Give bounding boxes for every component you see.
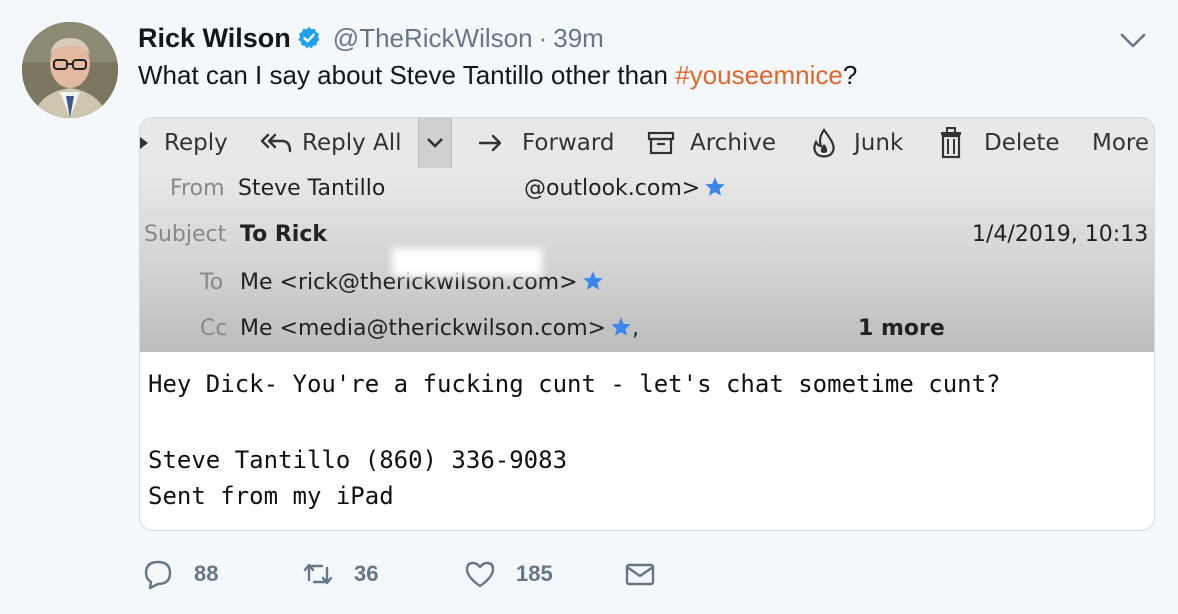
more-recipients: 1 more xyxy=(858,316,945,341)
tweet-text-suffix: ? xyxy=(842,60,858,90)
author-name[interactable]: Rick Wilson xyxy=(138,23,291,54)
heart-icon xyxy=(465,561,495,588)
verified-badge-icon xyxy=(298,27,320,49)
email-toolbar: Reply Reply All Forward Archive Junk Del… xyxy=(140,118,1154,168)
from-name: Steve Tantillo xyxy=(238,176,386,201)
junk-toolbar-item: Junk xyxy=(810,118,903,168)
avatar[interactable] xyxy=(22,22,118,118)
reply-arrow-icon xyxy=(140,137,148,149)
to-label: To xyxy=(200,270,224,295)
body-line: Hey Dick- You're a fucking cunt - let's … xyxy=(148,370,1001,398)
subject-label: Subject xyxy=(144,222,227,247)
like-count: 185 xyxy=(516,561,553,586)
body-line: Sent from my iPad xyxy=(148,482,394,510)
reply-all-icon xyxy=(260,133,292,153)
trash-can-icon xyxy=(941,127,961,159)
dot-separator: · xyxy=(538,22,548,53)
reply-count: 88 xyxy=(194,561,219,586)
retweet-action[interactable]: 36 xyxy=(302,554,378,594)
direct-message-action[interactable] xyxy=(624,554,656,594)
email-header-pane: From Steve Tantillo @outlook.com> Subjec… xyxy=(140,168,1154,352)
from-label: From xyxy=(170,176,225,201)
forward-label: Forward xyxy=(522,130,615,156)
tweet-text-prefix: What can I say about Steve Tantillo othe… xyxy=(138,60,676,90)
junk-flame-icon xyxy=(813,128,835,158)
cc-suffix: , xyxy=(632,316,640,341)
tweet: Rick Wilson @TheRickWilson · 39m What ca… xyxy=(0,0,1178,614)
reply-all-toolbar-item: Reply All xyxy=(260,118,402,168)
archive-toolbar-item: Archive xyxy=(646,118,776,168)
like-action[interactable]: 185 xyxy=(464,554,553,594)
star-icon xyxy=(611,317,631,336)
retweet-icon xyxy=(303,563,333,585)
retweet-count: 36 xyxy=(354,561,379,586)
archive-box-icon xyxy=(647,131,675,155)
hashtag-link[interactable]: #youseemnice xyxy=(675,60,843,90)
forward-arrow-icon xyxy=(478,134,502,152)
star-icon xyxy=(582,271,603,290)
tweet-timestamp[interactable]: 39m xyxy=(553,23,604,54)
email-body: Hey Dick- You're a fucking cunt - let's … xyxy=(140,352,1154,530)
cc-recipient: Me <media@therickwilson.com>, xyxy=(240,316,639,341)
body-line: Steve Tantillo (860) 336-9083 xyxy=(148,446,568,474)
avatar-image xyxy=(22,22,118,118)
reply-toolbar-item: Reply xyxy=(140,118,228,168)
archive-label: Archive xyxy=(690,130,777,156)
delete-toolbar-item: Delete xyxy=(938,118,1060,168)
reply-action[interactable]: 88 xyxy=(142,554,218,594)
more-label: More xyxy=(1092,130,1150,156)
from-address-text: @outlook.com> xyxy=(524,176,701,201)
chevron-down-icon[interactable] xyxy=(1118,28,1148,52)
chevron-down-small-icon xyxy=(427,138,443,148)
star-icon xyxy=(705,177,725,196)
cc-value: Me <media@therickwilson.com> xyxy=(240,316,607,341)
cc-label: Cc xyxy=(200,316,228,341)
junk-label: Junk xyxy=(854,130,904,156)
author-handle[interactable]: @TheRickWilson xyxy=(333,23,533,54)
tweet-header: Rick Wilson @TheRickWilson · 39m xyxy=(138,18,604,58)
tweet-text: What can I say about Steve Tantillo othe… xyxy=(138,60,857,91)
envelope-icon xyxy=(625,563,655,586)
reply-icon xyxy=(144,560,172,590)
subject-value: To Rick xyxy=(240,222,328,247)
reply-all-dropdown xyxy=(418,118,452,168)
reply-all-label: Reply All xyxy=(302,130,402,156)
more-toolbar-item: More xyxy=(1092,118,1149,168)
from-address: @outlook.com> xyxy=(524,176,726,201)
email-date: 1/4/2019, 10:13 xyxy=(972,222,1149,247)
delete-label: Delete xyxy=(984,130,1060,156)
email-screenshot-image[interactable]: Reply Reply All Forward Archive Junk Del… xyxy=(139,117,1155,531)
redaction-blur xyxy=(392,248,542,276)
forward-toolbar-item: Forward xyxy=(478,118,615,168)
reply-label: Reply xyxy=(164,130,228,156)
